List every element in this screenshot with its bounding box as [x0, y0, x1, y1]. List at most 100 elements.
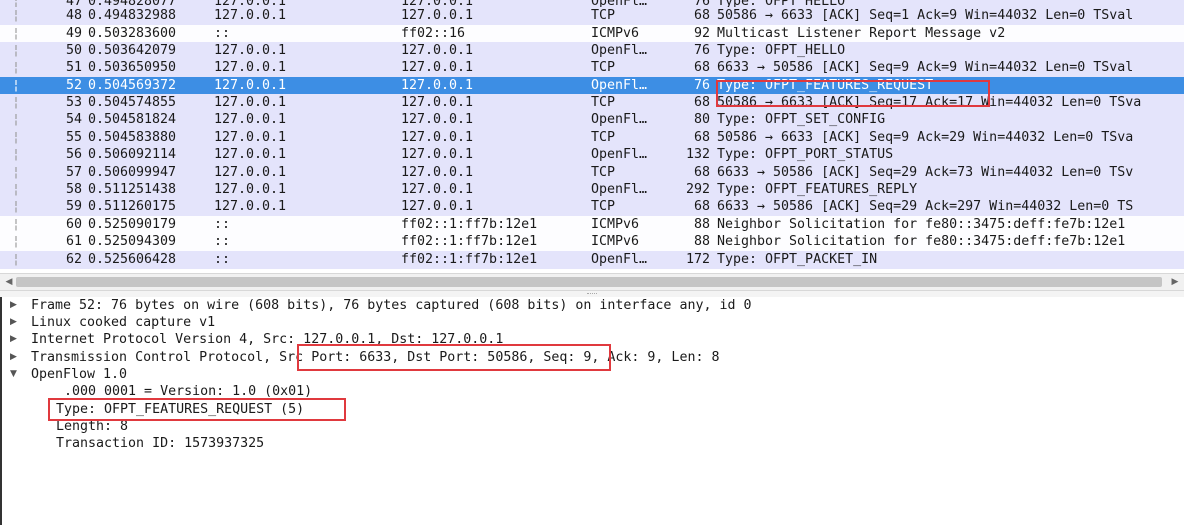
packet-protocol: OpenFl… [591, 182, 648, 197]
packet-info: Neighbor Solicitation for fe80::3475:def… [717, 234, 1126, 249]
packet-length: 76 [693, 43, 710, 58]
packet-list-horizontal-scrollbar[interactable]: ◀ ▶ [0, 273, 1184, 291]
packet-row[interactable]: 61 0.525094309:: ff02::1:ff7b:12e1 ICMPv6 88… [0, 233, 1184, 251]
packet-info: Type: OFPT_FEATURES_REPLY [717, 182, 918, 197]
packet-time: 0.504569372 [88, 78, 177, 93]
packet-number: 57 [65, 165, 82, 180]
packet-row[interactable]: 50 0.503642079 127.0.0.1 127.0.0.1 OpenFl… 76… [0, 42, 1184, 60]
packet-length: 172 [685, 252, 710, 267]
packet-time: 0.525094309 [88, 234, 177, 249]
packet-protocol: OpenFl… [591, 112, 648, 127]
packet-protocol: TCP [591, 130, 616, 145]
packet-number: 62 [65, 252, 82, 267]
packet-protocol: ICMPv6 [591, 234, 640, 249]
packet-length: 68 [693, 60, 710, 75]
collapsed-triangle-icon[interactable]: ▶ [10, 297, 22, 314]
conversation-marker-icon: ¦ [12, 147, 21, 162]
packet-source: 127.0.0.1 [214, 199, 287, 214]
packet-number: 55 [65, 130, 82, 145]
packet-length: 68 [693, 130, 710, 145]
packet-info: Type: OFPT_HELLO [717, 43, 846, 58]
packet-number: 48 [65, 8, 82, 23]
packet-row[interactable]: 57 0.506099947 127.0.0.1 127.0.0.1 TCP 68 6633… [0, 164, 1184, 182]
packet-row[interactable]: 51 0.503650950 127.0.0.1 127.0.0.1 TCP 68 6633… [0, 59, 1184, 77]
detail-line[interactable]: Frame 52: 76 bytes on wire (608 bits), 7… [31, 297, 752, 314]
packet-info: Multicast Listener Report Message v2 [717, 26, 1006, 41]
packet-source: :: [214, 234, 231, 249]
packet-info: 6633 → 50586 [ACK] Seq=29 Ack=297 Win=44… [717, 199, 1134, 214]
packet-row[interactable]: 60 0.525090179:: ff02::1:ff7b:12e1 ICMPv6 88… [0, 216, 1184, 234]
packet-row[interactable]: 49 0.503283600:: ff02::16 ICMPv6 92 Multicast… [0, 25, 1184, 43]
packet-number: 51 [65, 60, 82, 75]
collapsed-triangle-icon[interactable]: ▶ [10, 349, 22, 366]
packet-row[interactable]: 53 0.504574855 127.0.0.1 127.0.0.1 TCP 68 5058… [0, 94, 1184, 112]
detail-line[interactable]: Transaction ID: 1573937325 [56, 435, 264, 452]
packet-number: 54 [65, 112, 82, 127]
packet-length: 80 [693, 112, 710, 127]
packet-time: 0.525090179 [88, 217, 177, 232]
packet-length: 88 [693, 217, 710, 232]
scroll-right-arrow-icon[interactable]: ▶ [1168, 275, 1182, 289]
packet-destination: 127.0.0.1 [401, 43, 474, 58]
packet-time: 0.494832988 [88, 8, 177, 23]
highlight-box-openflow-type [48, 398, 346, 421]
packet-row[interactable]: 58 0.511251438 127.0.0.1 127.0.0.1 OpenFl… 29… [0, 181, 1184, 199]
highlight-box-tcp-ports [297, 344, 611, 371]
packet-protocol: ICMPv6 [591, 217, 640, 232]
packet-row[interactable]: 55 0.504583880 127.0.0.1 127.0.0.1 TCP 68 5058… [0, 129, 1184, 147]
packet-protocol: TCP [591, 60, 616, 75]
packet-protocol: OpenFl… [591, 43, 648, 58]
detail-line[interactable]: OpenFlow 1.0 [31, 366, 127, 383]
packet-row-selected[interactable]: 52 0.504569372 127.0.0.1 127.0.0.1 OpenFl… 76… [0, 77, 1184, 95]
packet-protocol: OpenFl… [591, 78, 648, 93]
packet-source: 127.0.0.1 [214, 8, 287, 23]
conversation-marker-icon: ¦ [12, 60, 21, 75]
scroll-left-arrow-icon[interactable]: ◀ [2, 275, 16, 289]
scrollbar-thumb[interactable] [16, 277, 1162, 287]
collapsed-triangle-icon[interactable]: ▶ [10, 314, 22, 331]
packet-time: 0.504581824 [88, 112, 177, 127]
packet-time: 0.525606428 [88, 252, 177, 267]
packet-protocol: TCP [591, 199, 616, 214]
packet-row[interactable]: 62 0.525606428:: ff02::1:ff7b:12e1 OpenFl… 1… [0, 251, 1184, 269]
conversation-marker-icon: ¦ [12, 252, 21, 267]
packet-destination: ff02::1:ff7b:12e1 [401, 217, 538, 232]
packet-time: 0.506092114 [88, 147, 177, 162]
packet-destination: 127.0.0.1 [401, 95, 474, 110]
packet-row[interactable]: 59 0.511260175 127.0.0.1 127.0.0.1 TCP 68 6633… [0, 198, 1184, 216]
conversation-marker-icon: ¦ [12, 43, 21, 58]
packet-source: 127.0.0.1 [214, 78, 287, 93]
packet-source: 127.0.0.1 [214, 147, 287, 162]
packet-source: 127.0.0.1 [214, 130, 287, 145]
packet-row[interactable]: 54 0.504581824 127.0.0.1 127.0.0.1 OpenFl… 80… [0, 111, 1184, 129]
packet-list[interactable]: 47 0.494828077 127.0.0.1 127.0.0.1 OpenFl… 76… [0, 0, 1184, 273]
splitter-grip-icon [587, 293, 597, 295]
packet-number: 53 [65, 95, 82, 110]
expanded-triangle-icon[interactable]: ▼ [10, 366, 22, 383]
packet-destination: ff02::1:ff7b:12e1 [401, 234, 538, 249]
packet-row[interactable]: 56 0.506092114 127.0.0.1 127.0.0.1 OpenFl… 13… [0, 146, 1184, 164]
collapsed-triangle-icon[interactable]: ▶ [10, 331, 22, 348]
packet-source: 127.0.0.1 [214, 60, 287, 75]
packet-info: 50586 → 6633 [ACK] Seq=1 Ack=9 Win=44032… [717, 8, 1134, 23]
packet-destination: ff02::1:ff7b:12e1 [401, 252, 538, 267]
packet-protocol: TCP [591, 165, 616, 180]
packet-length: 92 [693, 26, 710, 41]
packet-number: 58 [65, 182, 82, 197]
packet-source: :: [214, 217, 231, 232]
packet-length: 68 [693, 8, 710, 23]
packet-source: 127.0.0.1 [214, 112, 287, 127]
packet-time: 0.504574855 [88, 95, 177, 110]
packet-destination: ff02::16 [401, 26, 466, 41]
conversation-marker-icon: ¦ [12, 217, 21, 232]
packet-source: 127.0.0.1 [214, 165, 287, 180]
packet-length: 132 [685, 147, 710, 162]
detail-line[interactable]: Linux cooked capture v1 [31, 314, 215, 331]
packet-row[interactable]: 48 0.494832988 127.0.0.1 127.0.0.1 TCP 68 5058… [0, 7, 1184, 25]
packet-destination: 127.0.0.1 [401, 147, 474, 162]
packet-protocol: OpenFl… [591, 147, 648, 162]
packet-info: 6633 → 50586 [ACK] Seq=9 Ack=9 Win=44032… [717, 60, 1134, 75]
conversation-marker-icon: ¦ [12, 112, 21, 127]
packet-info: 6633 → 50586 [ACK] Seq=29 Ack=73 Win=440… [717, 165, 1134, 180]
packet-time: 0.506099947 [88, 165, 177, 180]
